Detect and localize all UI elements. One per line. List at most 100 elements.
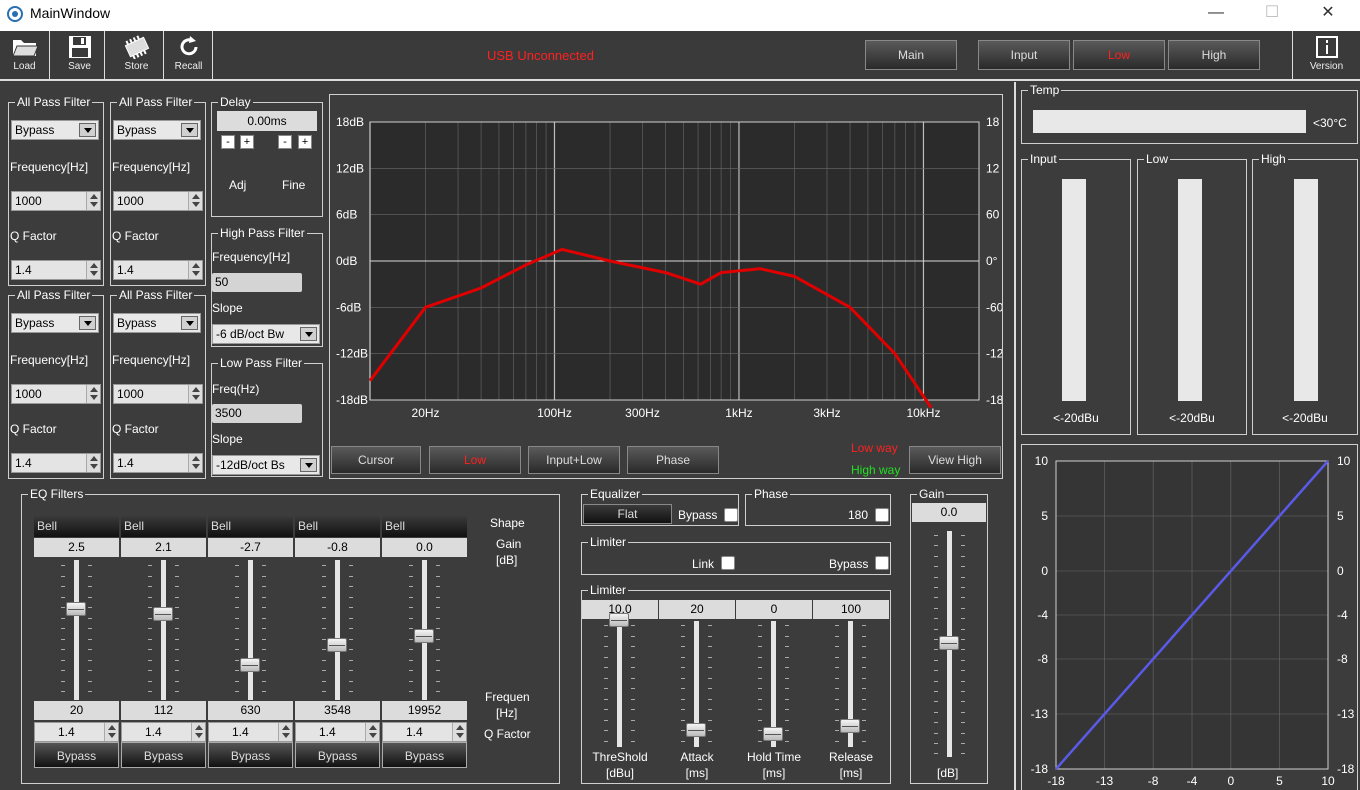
cursor-button[interactable]: Cursor bbox=[331, 446, 421, 474]
eq-bypass-button[interactable]: Bypass bbox=[295, 742, 380, 768]
spin-arrows-icon[interactable] bbox=[104, 723, 118, 741]
eq-bypass-button[interactable]: Bypass bbox=[208, 742, 293, 768]
maximize-button[interactable]: ☐ bbox=[1249, 0, 1295, 31]
load-button[interactable]: Load bbox=[0, 31, 50, 79]
tab-main[interactable]: Main bbox=[865, 40, 957, 70]
apf-q-factor-input[interactable]: 1.4 bbox=[113, 453, 203, 473]
eq-bypass-button[interactable]: Bypass bbox=[382, 742, 467, 768]
eq-q-factor-input[interactable]: 1.4 bbox=[295, 722, 380, 742]
spin-arrows-icon[interactable] bbox=[452, 723, 466, 741]
eq-gain-slider-thumb[interactable] bbox=[66, 602, 86, 617]
eq-gain-slider-thumb[interactable] bbox=[240, 657, 260, 672]
phase-button[interactable]: Phase bbox=[627, 446, 719, 474]
tab-high[interactable]: High bbox=[1168, 40, 1260, 70]
spin-arrows-icon[interactable] bbox=[191, 723, 205, 741]
adj-minus-button[interactable]: - bbox=[221, 135, 235, 149]
link-checkbox[interactable] bbox=[721, 556, 735, 570]
eq-gain-slider-thumb[interactable] bbox=[153, 606, 173, 621]
eq-frequency-value[interactable]: 3548 bbox=[295, 701, 380, 720]
low-view-button[interactable]: Low bbox=[429, 446, 521, 474]
apf-frequency-input[interactable]: 1000 bbox=[11, 384, 101, 404]
limiter-slider-track[interactable] bbox=[617, 621, 622, 747]
spin-arrows-icon[interactable] bbox=[365, 723, 379, 741]
lpf-frequency-input[interactable]: 3500 bbox=[212, 404, 302, 423]
phase-invert-checkbox[interactable] bbox=[875, 508, 889, 522]
eq-shape-select[interactable]: Bell bbox=[121, 516, 206, 537]
eq-bypass-button[interactable]: Bypass bbox=[121, 742, 206, 768]
eq-gain-slider-track[interactable] bbox=[335, 560, 340, 700]
eq-gain-slider-thumb[interactable] bbox=[414, 629, 434, 643]
apf-frequency-input[interactable]: 1000 bbox=[113, 191, 203, 211]
spin-arrows-icon[interactable] bbox=[188, 261, 202, 279]
spin-arrows-icon[interactable] bbox=[86, 454, 100, 472]
limiter-slider-thumb[interactable] bbox=[763, 727, 783, 741]
hpf-frequency-input[interactable]: 50 bbox=[212, 273, 302, 292]
spin-arrows-icon[interactable] bbox=[278, 723, 292, 741]
recall-button[interactable]: Recall bbox=[165, 31, 213, 79]
minimize-button[interactable]: — bbox=[1193, 0, 1239, 31]
limiter-bypass-checkbox[interactable] bbox=[875, 556, 889, 570]
transfer-graph[interactable]: 10 105 50 0-4 -4-8 -8-13 -13-18 -18-18 -13 -8 -4 0 5… bbox=[1022, 445, 1357, 790]
slider-tick bbox=[436, 586, 440, 587]
store-button[interactable]: Store bbox=[110, 31, 164, 79]
toolbar: Load Save Store Recall USB Unconnected M… bbox=[0, 31, 1360, 81]
equalizer-bypass-checkbox[interactable] bbox=[724, 508, 738, 522]
eq-gain-slider-track[interactable] bbox=[74, 560, 79, 700]
view-high-button[interactable]: View High bbox=[909, 446, 1001, 474]
apf-mode-select[interactable]: Bypass bbox=[113, 120, 201, 140]
apf-q-factor-input[interactable]: 1.4 bbox=[11, 453, 101, 473]
eq-gain-slider-track[interactable] bbox=[248, 560, 253, 700]
spin-arrows-icon[interactable] bbox=[188, 385, 202, 403]
adj-plus-button[interactable]: + bbox=[240, 135, 254, 149]
eq-frequency-value[interactable]: 20 bbox=[34, 701, 119, 720]
eq-shape-select[interactable]: Bell bbox=[295, 516, 380, 537]
eq-frequency-value[interactable]: 630 bbox=[208, 701, 293, 720]
limiter-slider-thumb[interactable] bbox=[609, 613, 629, 627]
tab-input[interactable]: Input bbox=[978, 40, 1070, 70]
eq-shape-select[interactable]: Bell bbox=[208, 516, 293, 537]
apf-q-factor-input[interactable]: 1.4 bbox=[113, 260, 203, 280]
tab-low[interactable]: Low bbox=[1073, 40, 1165, 70]
apf-frequency-input[interactable]: 1000 bbox=[113, 384, 203, 404]
fine-plus-button[interactable]: + bbox=[298, 135, 312, 149]
slider-tick bbox=[409, 617, 413, 619]
input-low-button[interactable]: Input+Low bbox=[528, 446, 620, 474]
eq-shape-select[interactable]: Bell bbox=[34, 516, 119, 537]
eq-q-factor-input[interactable]: 1.4 bbox=[382, 722, 467, 742]
apf-frequency-input[interactable]: 1000 bbox=[11, 191, 101, 211]
eq-gain-slider-track[interactable] bbox=[161, 560, 166, 700]
flat-button[interactable]: Flat bbox=[583, 504, 672, 524]
eq-q-factor-input[interactable]: 1.4 bbox=[208, 722, 293, 742]
apf-mode-select[interactable]: Bypass bbox=[11, 120, 99, 140]
close-button[interactable]: ✕ bbox=[1305, 0, 1351, 31]
save-button[interactable]: Save bbox=[55, 31, 105, 79]
eq-frequency-value[interactable]: 19952 bbox=[382, 701, 467, 720]
slider-tick bbox=[349, 617, 353, 619]
eq-q-factor-input[interactable]: 1.4 bbox=[121, 722, 206, 742]
gain-slider-thumb[interactable] bbox=[939, 636, 959, 650]
spin-arrows-icon[interactable] bbox=[86, 192, 100, 210]
apf-mode-select[interactable]: Bypass bbox=[113, 313, 201, 333]
spin-arrows-icon[interactable] bbox=[188, 192, 202, 210]
spin-arrows-icon[interactable] bbox=[86, 385, 100, 403]
eq-shape-select[interactable]: Bell bbox=[382, 516, 467, 537]
eq-q-factor-input[interactable]: 1.4 bbox=[34, 722, 119, 742]
hpf-slope-select[interactable]: -6 dB/oct Bw bbox=[212, 324, 320, 344]
limiter-slider-thumb[interactable] bbox=[840, 719, 860, 733]
eq-gain-slider-thumb[interactable] bbox=[327, 637, 347, 652]
version-button[interactable]: Version bbox=[1292, 31, 1360, 79]
apf-q-factor-input[interactable]: 1.4 bbox=[11, 260, 101, 280]
slider-tick bbox=[436, 628, 440, 629]
slider-tick bbox=[409, 596, 413, 598]
window-title: MainWindow bbox=[30, 5, 111, 21]
eq-frequency-value[interactable]: 112 bbox=[121, 701, 206, 720]
limiter-slider-thumb[interactable] bbox=[686, 723, 706, 737]
fine-minus-button[interactable]: - bbox=[278, 135, 292, 149]
eq-bypass-button[interactable]: Bypass bbox=[34, 742, 119, 768]
apf-mode-select[interactable]: Bypass bbox=[11, 313, 99, 333]
y-right-tick-label: 10 bbox=[1337, 454, 1351, 468]
spin-arrows-icon[interactable] bbox=[188, 454, 202, 472]
response-graph[interactable]: 18dB 18 12dB 12 6dB 60 0dB 0° -6dB -60 -12dB -12 -18… bbox=[330, 95, 1002, 445]
lpf-slope-select[interactable]: -12dB/oct Bs bbox=[212, 455, 320, 475]
spin-arrows-icon[interactable] bbox=[86, 261, 100, 279]
